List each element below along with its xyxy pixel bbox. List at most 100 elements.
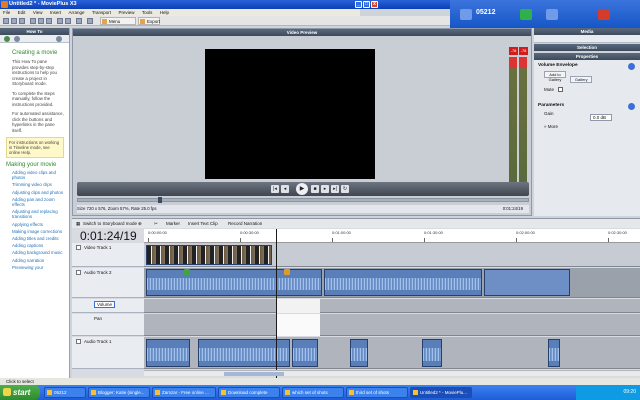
how-to-link[interactable]: Adjusting and replacing transitions <box>12 209 64 219</box>
taskbar-item[interactable]: 05212 <box>44 387 86 398</box>
time-ruler[interactable]: 0:00:00:00 0:00:30:00 0:01:00:00 0:01:30… <box>144 229 640 243</box>
track-header-audio-1[interactable]: Audio Track 1 <box>72 337 144 369</box>
menu-help[interactable]: Help <box>157 9 172 16</box>
pan-envelope-lane[interactable] <box>144 314 640 336</box>
video-track-1[interactable] <box>144 243 640 267</box>
how-to-link[interactable]: Applying effects <box>12 222 64 227</box>
audio-clip[interactable] <box>146 269 322 296</box>
user-icon[interactable] <box>460 9 472 20</box>
timeline-scrollbar[interactable] <box>144 370 640 376</box>
how-to-link[interactable]: Making image corrections <box>12 229 64 234</box>
minimize-button[interactable]: _ <box>355 1 362 8</box>
add-to-gallery-button[interactable]: Add to Gallery <box>544 71 566 82</box>
tray-app-icon[interactable] <box>546 9 558 20</box>
forward-icon[interactable] <box>14 36 20 42</box>
audio-clip[interactable] <box>146 339 190 367</box>
taskbar-item-active[interactable]: Untitled2 * - MoviePlu... <box>410 387 472 398</box>
seek-thumb[interactable] <box>158 197 162 203</box>
undo-icon[interactable] <box>57 18 63 24</box>
audio-clip[interactable] <box>484 269 570 296</box>
go-to-end-button[interactable]: ▸| <box>331 185 339 193</box>
clip-marker[interactable] <box>284 269 290 275</box>
gain-input[interactable]: 0.0 dB <box>590 114 612 121</box>
how-to-link[interactable]: Adding pan and zoom effects <box>12 197 64 207</box>
marker-button[interactable]: Marker <box>166 219 180 228</box>
selection-tab[interactable]: Selection <box>534 44 640 51</box>
copy-icon[interactable] <box>38 18 44 24</box>
taskbar-item[interactable]: third set of shots <box>346 387 408 398</box>
how-to-link[interactable]: Adding titles and credits <box>12 236 64 241</box>
close-button[interactable]: x <box>371 1 378 8</box>
how-to-link[interactable]: Adding narration <box>12 258 64 263</box>
how-to-link[interactable]: Trimming video clips <box>12 182 64 187</box>
how-to-link[interactable]: Adding captions <box>12 243 64 248</box>
scroll-thumb[interactable] <box>224 372 284 376</box>
how-to-link[interactable]: Adding background music <box>12 250 64 255</box>
back-icon[interactable] <box>4 36 10 42</box>
mute-checkbox[interactable] <box>558 87 564 93</box>
audio-track-1[interactable] <box>144 337 640 369</box>
menu-transport[interactable]: Transport <box>89 9 114 16</box>
insert-text-clip-button[interactable]: Insert Text Clip <box>188 219 218 228</box>
menu-view[interactable]: View <box>30 9 46 16</box>
menu-file[interactable]: File <box>0 9 13 16</box>
audio-clip[interactable] <box>350 339 368 367</box>
how-to-link[interactable]: Adding video clips and photos <box>12 170 64 180</box>
maximize-button[interactable]: □ <box>363 1 370 8</box>
seek-bar[interactable] <box>77 197 529 203</box>
taskbar-item[interactable]: Zamzar - Free online ... <box>152 387 216 398</box>
taskbar-item[interactable]: Blogger: Katie (single... <box>88 387 150 398</box>
volume-envelope-lane[interactable] <box>144 299 640 313</box>
storyboard-icon[interactable]: ▦ <box>76 219 80 228</box>
step-forward-button[interactable]: ▸ <box>321 185 329 193</box>
redo-icon[interactable] <box>65 18 71 24</box>
home-icon[interactable] <box>56 36 62 42</box>
audio-clip[interactable] <box>324 269 482 296</box>
track-header-volume[interactable]: Volume <box>72 299 144 313</box>
open-icon[interactable] <box>11 18 17 24</box>
menu-edit[interactable]: Edit <box>15 9 29 16</box>
tray-close-icon[interactable] <box>598 9 610 20</box>
play-button[interactable]: ▶ <box>296 183 308 195</box>
track-header-video-1[interactable]: Video Track 1 <box>72 243 144 267</box>
track-header-pan[interactable]: Pan <box>72 314 144 336</box>
save-icon[interactable] <box>19 18 25 24</box>
more-row[interactable]: » More <box>534 122 640 131</box>
track-header-audio-2[interactable]: Audio Track 2 <box>72 268 144 298</box>
loop-button[interactable]: ↻ <box>341 185 349 193</box>
video-clip[interactable] <box>146 245 272 265</box>
track-checkbox[interactable] <box>76 270 81 275</box>
audio-clip[interactable] <box>548 339 560 367</box>
cut-icon[interactable] <box>30 18 36 24</box>
audio-clip[interactable] <box>292 339 318 367</box>
menu-designer-button[interactable]: Menu Designer <box>100 17 136 32</box>
menu-arrange[interactable]: Arrange <box>66 9 88 16</box>
playhead[interactable] <box>276 229 277 379</box>
taskbar-item[interactable]: Download complete <box>218 387 280 398</box>
how-to-link[interactable]: Previewing your <box>12 265 64 270</box>
menu-preview[interactable]: Preview <box>115 9 137 16</box>
start-button[interactable]: start <box>0 385 40 400</box>
menu-tools[interactable]: Tools <box>139 9 156 16</box>
export-button[interactable]: Export <box>138 17 160 25</box>
gallery-button[interactable]: Gallery <box>570 76 593 83</box>
audio-clip[interactable] <box>422 339 442 367</box>
clock[interactable]: 09:20 <box>623 389 636 395</box>
clip-marker[interactable] <box>184 269 190 275</box>
switch-storyboard-button[interactable]: Switch to Storyboard mode <box>83 219 137 228</box>
stop-button[interactable]: ■ <box>311 185 319 193</box>
record-narration-button[interactable]: Record Narration <box>228 219 262 228</box>
media-tab[interactable]: Media <box>534 28 640 35</box>
taskbar-item[interactable]: which set of shots <box>282 387 344 398</box>
new-icon[interactable] <box>3 18 9 24</box>
split-icon[interactable]: ✂ <box>154 219 158 228</box>
add-media-icon[interactable] <box>87 18 93 24</box>
menu-insert[interactable]: Insert <box>47 9 64 16</box>
status-icon[interactable] <box>520 9 532 20</box>
help-icon[interactable] <box>76 18 82 24</box>
how-to-link[interactable]: Adjusting clips and photos <box>12 190 64 195</box>
zoom-icon[interactable]: ⊕ <box>138 219 142 228</box>
track-checkbox[interactable] <box>76 245 81 250</box>
info-icon[interactable] <box>628 63 635 70</box>
video-screen[interactable] <box>205 49 375 179</box>
